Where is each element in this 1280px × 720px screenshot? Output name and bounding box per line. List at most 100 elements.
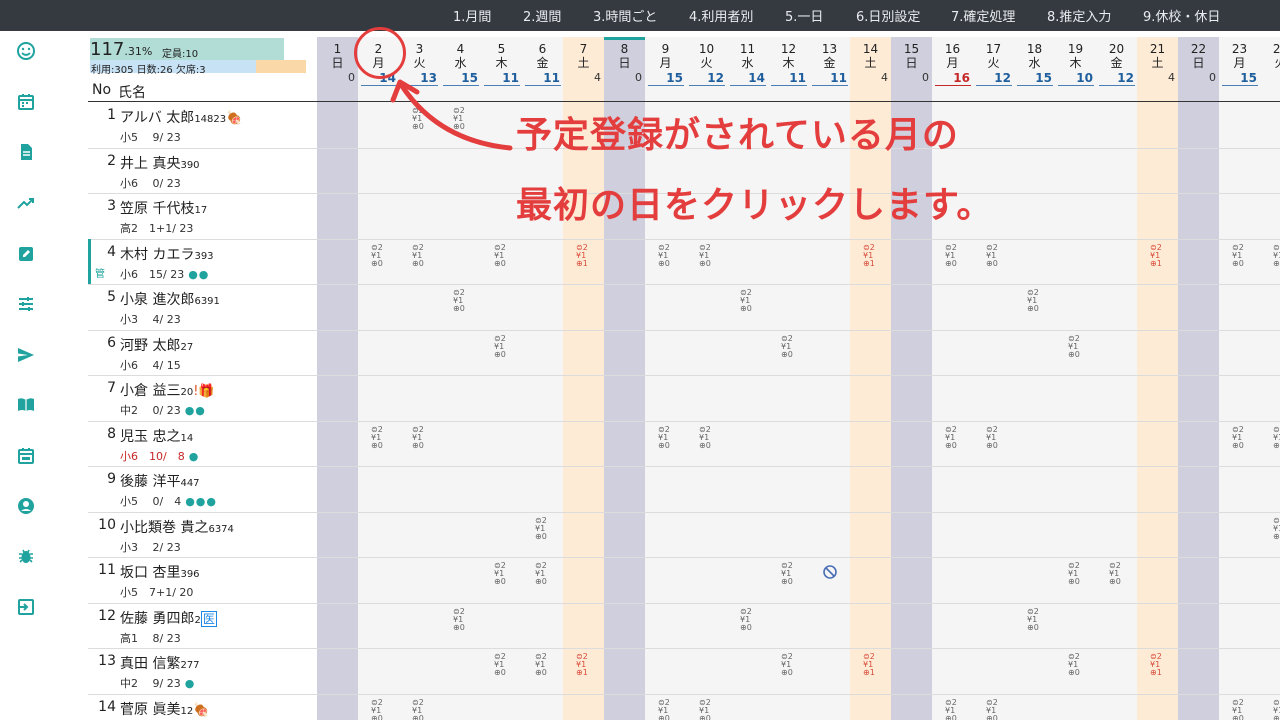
book-icon[interactable] — [16, 395, 36, 415]
schedule-mark[interactable]: ⊜2¥1⊕0 — [535, 562, 559, 594]
schedule-mark[interactable]: ⊜2¥1⊕0 — [535, 653, 559, 685]
schedule-mark[interactable]: ⊜2¥1⊕0 — [1068, 653, 1092, 685]
schedule-mark[interactable]: ⊜2¥1⊕0 — [1232, 698, 1256, 720]
row-accent-bar — [88, 238, 91, 284]
day-column-17[interactable] — [973, 37, 1014, 720]
user-name[interactable]: 菅原 眞美12🍖 — [120, 699, 209, 719]
day-column-24[interactable] — [1260, 37, 1280, 720]
send-icon[interactable] — [16, 345, 36, 365]
user-name[interactable]: 井上 真央390 — [120, 153, 200, 173]
day-column-1[interactable] — [317, 37, 358, 720]
user-name[interactable]: 小倉 益三20!🎁 — [120, 380, 215, 400]
bug-icon[interactable] — [16, 546, 36, 566]
user-name[interactable]: 小比類巻 貴之6374 — [120, 517, 234, 537]
schedule-mark[interactable]: ⊜2¥1⊕0 — [781, 562, 805, 594]
schedule-mark[interactable]: ⊜2¥1⊕0 — [986, 698, 1010, 720]
user-name[interactable]: 小泉 進次郎6391 — [120, 289, 220, 309]
schedule-mark[interactable]: ⊜2¥1⊕0 — [740, 607, 764, 640]
user-name[interactable]: 佐藤 勇四郎2 医 — [120, 608, 217, 628]
user-name[interactable]: 後藤 洋平447 — [120, 471, 200, 491]
schedule-mark[interactable]: ⊜2¥1⊕0 — [1068, 562, 1092, 594]
user-name[interactable]: 坂口 杏里396 — [120, 562, 200, 582]
schedule-mark[interactable]: ⊜2 ¥1 ⊕1 — [576, 653, 600, 685]
user-id: 393 — [194, 250, 214, 262]
schedule-mark[interactable]: ⊜2¥1⊕0 — [1273, 243, 1280, 276]
document-icon[interactable] — [16, 142, 36, 162]
schedule-mark[interactable]: ⊜2¥1⊕0 — [986, 425, 1010, 458]
schedule-mark[interactable]: ⊜2¥1⊕0 — [781, 334, 805, 367]
schedule-mark[interactable]: ⊜2¥1⊕0 — [945, 425, 969, 458]
nav-tab-3[interactable]: 3.時間ごと — [593, 6, 657, 25]
schedule-mark[interactable]: ⊜2¥1⊕0 — [1232, 243, 1256, 276]
nav-tab-9[interactable]: 9.休校・休日 — [1143, 6, 1220, 25]
schedule-mark[interactable]: ⊜2¥1⊕0 — [371, 243, 395, 276]
schedule-mark[interactable]: ⊜2 ¥1 ⊕1 — [1150, 653, 1174, 685]
nav-tab-4[interactable]: 4.利用者別 — [689, 6, 753, 25]
schedule-mark[interactable]: ⊜2¥1⊕0 — [1027, 289, 1051, 321]
schedule-mark[interactable]: ⊜2¥1⊕0 — [1232, 425, 1256, 458]
schedule-mark[interactable]: ⊜2¥1⊕0 — [412, 425, 436, 458]
calendar-icon[interactable] — [16, 92, 36, 112]
schedule-mark[interactable]: ⊜2¥1⊕0 — [658, 698, 682, 720]
schedule-mark[interactable]: ⊜2¥1⊕0 — [453, 607, 477, 640]
schedule-mark[interactable]: ⊜2¥1⊕0 — [494, 334, 518, 367]
schedule-mark[interactable]: ⊜2¥1⊕0 — [1068, 334, 1092, 367]
schedule-mark[interactable]: ⊜2¥1⊕0 — [699, 243, 723, 276]
schedule-mark[interactable]: ⊜2¥1⊕0 — [1109, 562, 1133, 594]
user-name[interactable]: 児玉 忠之14 — [120, 426, 193, 446]
schedule-mark[interactable]: ⊜2 ¥1 ⊕1 — [576, 243, 600, 276]
user-grade-usage: 小6 10/ 8 ● — [120, 448, 199, 464]
schedule-mark[interactable]: ⊜2¥1⊕0 — [494, 653, 518, 685]
smile-icon[interactable] — [16, 41, 36, 61]
user-name[interactable]: アルバ 太郎14823🍖 — [120, 107, 242, 127]
schedule-mark[interactable]: ⊜2¥1⊕0 — [945, 698, 969, 720]
schedule-mark[interactable]: ⊜2¥1⊕0 — [453, 289, 477, 321]
schedule-mark[interactable]: ⊜2¥1⊕0 — [1273, 698, 1280, 720]
nav-tab-5[interactable]: 5.一日 — [785, 6, 823, 25]
nav-tab-8[interactable]: 8.推定入力 — [1047, 6, 1111, 25]
nav-tab-1[interactable]: 1.月間 — [453, 6, 491, 25]
row-number: 2 — [107, 152, 116, 169]
event-icon[interactable] — [16, 446, 36, 466]
day-column-19[interactable] — [1055, 37, 1096, 720]
schedule-mark[interactable]: ⊜2¥1⊕0 — [658, 425, 682, 458]
schedule-mark[interactable]: ⊜2¥1⊕0 — [494, 562, 518, 594]
account-icon[interactable] — [16, 496, 36, 516]
day-column-21[interactable] — [1137, 37, 1178, 720]
schedule-mark[interactable]: ⊜2¥1⊕0 — [412, 698, 436, 720]
schedule-mark[interactable]: ⊜2¥1⊕0 — [740, 289, 764, 321]
schedule-mark[interactable]: ⊜2¥1⊕0 — [986, 243, 1010, 276]
schedule-mark[interactable]: ⊜2¥1⊕0 — [535, 516, 559, 549]
day-column-22[interactable] — [1178, 37, 1219, 720]
nav-tab-6[interactable]: 6.日別設定 — [856, 6, 920, 25]
schedule-mark[interactable]: ⊜2 ¥1 ⊕1 — [863, 653, 887, 685]
trending-icon[interactable] — [16, 193, 36, 213]
nav-tab-7[interactable]: 7.確定処理 — [951, 6, 1015, 25]
schedule-mark[interactable]: ⊜2¥1⊕0 — [781, 653, 805, 685]
schedule-mark[interactable]: ⊜2¥1⊕0 — [1273, 425, 1280, 458]
schedule-mark[interactable]: ⊜2 ¥1 ⊕1 — [863, 243, 887, 276]
schedule-mark[interactable]: ⊜2¥1⊕0 — [412, 243, 436, 276]
schedule-mark[interactable]: ⊜2¥1⊕0 — [699, 425, 723, 458]
user-name-text: 真田 信繁 — [120, 656, 181, 672]
user-name[interactable]: 河野 太郎27 — [120, 335, 193, 355]
user-name[interactable]: 真田 信繁277 — [120, 653, 200, 673]
schedule-mark[interactable]: ⊜2¥1⊕0 — [658, 243, 682, 276]
schedule-mark[interactable]: ⊜2¥1⊕0 — [1273, 516, 1280, 549]
user-name[interactable]: 笠原 千代枝17 — [120, 198, 207, 218]
schedule-mark[interactable]: ⊜2¥1⊕0 — [699, 698, 723, 720]
nav-tab-2[interactable]: 2.週間 — [523, 6, 561, 25]
user-name[interactable]: 木村 カエラ393 — [120, 244, 214, 264]
day-column-23[interactable] — [1219, 37, 1260, 720]
edit-icon[interactable] — [16, 244, 36, 264]
cancel-icon[interactable] — [822, 564, 846, 596]
tune-icon[interactable] — [16, 294, 36, 314]
schedule-mark[interactable]: ⊜2¥1⊕0 — [1027, 607, 1051, 640]
schedule-mark[interactable]: ⊜2¥1⊕0 — [494, 243, 518, 276]
day-column-20[interactable] — [1096, 37, 1137, 720]
schedule-mark[interactable]: ⊜2¥1⊕0 — [371, 698, 395, 720]
schedule-mark[interactable]: ⊜2¥1⊕0 — [371, 425, 395, 458]
logout-icon[interactable] — [16, 597, 36, 617]
schedule-mark[interactable]: ⊜2 ¥1 ⊕1 — [1150, 243, 1174, 276]
schedule-mark[interactable]: ⊜2¥1⊕0 — [945, 243, 969, 276]
